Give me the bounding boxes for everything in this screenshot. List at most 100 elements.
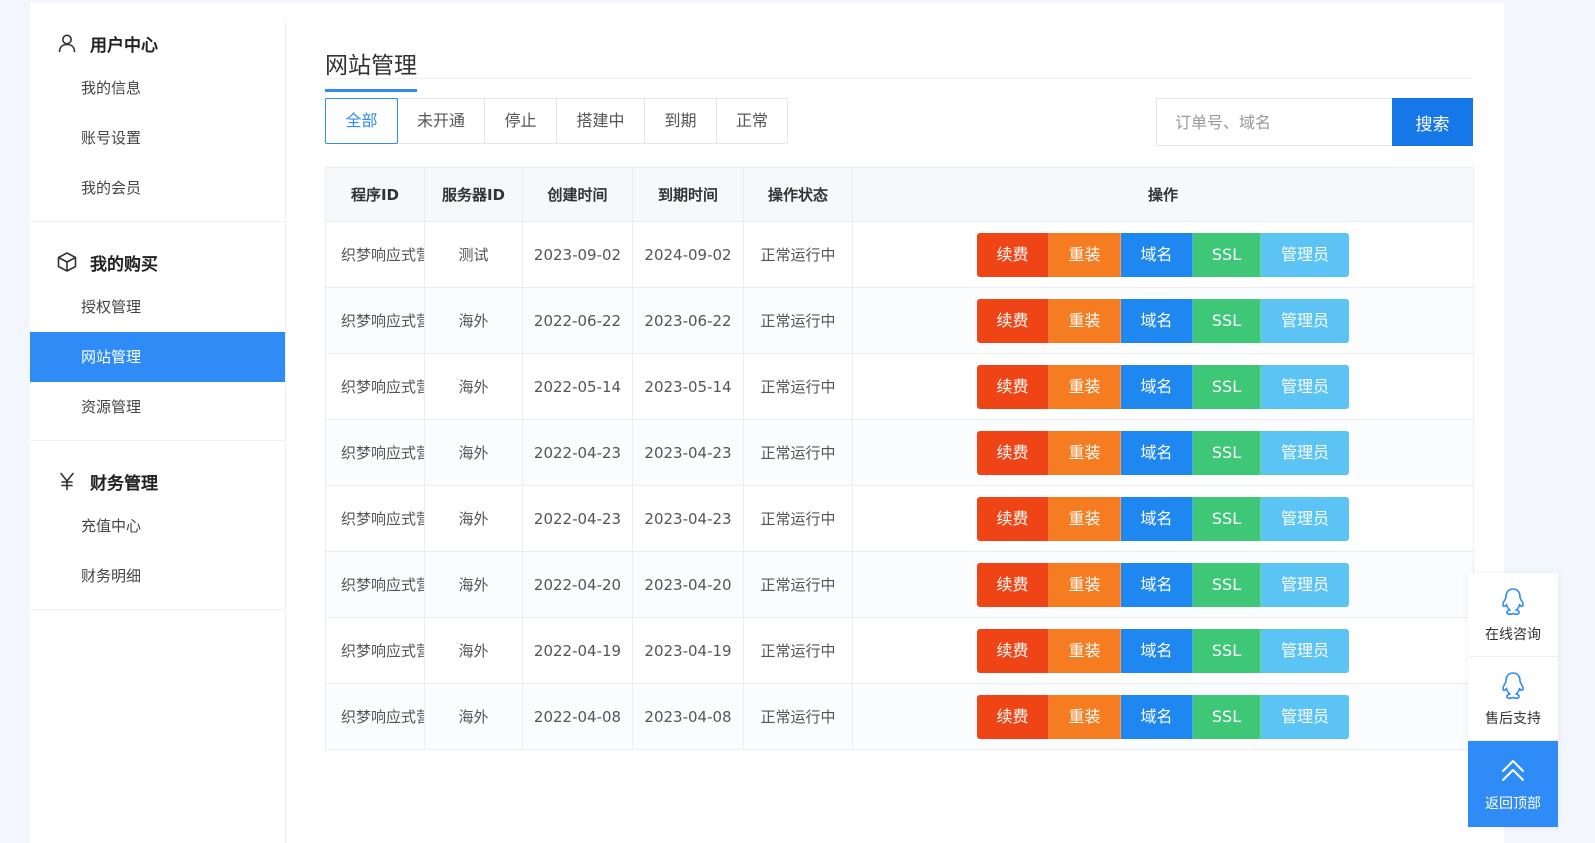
ssl-button[interactable]: SSL bbox=[1193, 298, 1261, 343]
cell-server-id: 海外 bbox=[424, 419, 523, 486]
cell-actions: 续费 重装 域名 SSL 管理员 bbox=[852, 419, 1474, 486]
renew-button[interactable]: 续费 bbox=[977, 430, 1049, 475]
ssl-button[interactable]: SSL bbox=[1193, 430, 1261, 475]
action-button-group: 续费 重装 域名 SSL 管理员 bbox=[977, 694, 1349, 739]
ssl-button[interactable]: SSL bbox=[1193, 232, 1261, 277]
cell-server-id: 海外 bbox=[424, 551, 523, 618]
admin-button[interactable]: 管理员 bbox=[1261, 298, 1349, 343]
reinstall-button[interactable]: 重装 bbox=[1049, 628, 1121, 673]
ssl-button[interactable]: SSL bbox=[1193, 628, 1261, 673]
sidebar-item-my-membership[interactable]: 我的会员 bbox=[30, 163, 285, 213]
column-header-expires: 到期时间 bbox=[632, 167, 744, 222]
column-header-status: 操作状态 bbox=[743, 167, 853, 222]
sidebar-item-finance-details[interactable]: 财务明细 bbox=[30, 551, 285, 601]
sidebar-group-title: 财务管理 bbox=[90, 473, 158, 494]
admin-button[interactable]: 管理员 bbox=[1261, 694, 1349, 739]
ssl-button[interactable]: SSL bbox=[1193, 364, 1261, 409]
qq-icon bbox=[1502, 587, 1524, 615]
sidebar-item-resource-management[interactable]: 资源管理 bbox=[30, 382, 285, 432]
ssl-button[interactable]: SSL bbox=[1193, 562, 1261, 607]
cell-status: 正常运行中 bbox=[743, 551, 853, 618]
renew-button[interactable]: 续费 bbox=[977, 298, 1049, 343]
filter-tab-all[interactable]: 全部 bbox=[325, 98, 398, 144]
admin-button[interactable]: 管理员 bbox=[1261, 232, 1349, 277]
table-row: 织梦响应式营 测试 2023-09-02 2024-09-02 正常运行中 续费 重装 域名 S… bbox=[325, 221, 1474, 288]
filter-tab-expired[interactable]: 到期 bbox=[645, 99, 717, 143]
admin-button[interactable]: 管理员 bbox=[1261, 364, 1349, 409]
reinstall-button[interactable]: 重装 bbox=[1049, 232, 1121, 277]
cell-created: 2022-04-23 bbox=[522, 419, 633, 486]
admin-button[interactable]: 管理员 bbox=[1261, 628, 1349, 673]
action-button-group: 续费 重装 域名 SSL 管理员 bbox=[977, 562, 1349, 607]
cell-actions: 续费 重装 域名 SSL 管理员 bbox=[852, 485, 1474, 552]
table-body: 织梦响应式营 测试 2023-09-02 2024-09-02 正常运行中 续费 重装 域名 S… bbox=[325, 221, 1474, 750]
domain-button[interactable]: 域名 bbox=[1121, 496, 1193, 541]
domain-button[interactable]: 域名 bbox=[1121, 562, 1193, 607]
renew-button[interactable]: 续费 bbox=[977, 364, 1049, 409]
ssl-button[interactable]: SSL bbox=[1193, 694, 1261, 739]
filter-tab-not-activated[interactable]: 未开通 bbox=[398, 99, 485, 143]
reinstall-button[interactable]: 重装 bbox=[1049, 694, 1121, 739]
search-input[interactable] bbox=[1156, 98, 1392, 146]
cell-server-id: 海外 bbox=[424, 617, 523, 684]
cell-program-id: 织梦响应式营 bbox=[325, 221, 425, 288]
domain-button[interactable]: 域名 bbox=[1121, 232, 1193, 277]
sidebar-item-license-management[interactable]: 授权管理 bbox=[30, 282, 285, 332]
reinstall-button[interactable]: 重装 bbox=[1049, 430, 1121, 475]
cell-status: 正常运行中 bbox=[743, 419, 853, 486]
renew-button[interactable]: 续费 bbox=[977, 496, 1049, 541]
table-header-row: 程序ID 服务器ID 创建时间 到期时间 操作状态 操作 bbox=[325, 167, 1474, 222]
sidebar-item-my-info[interactable]: 我的信息 bbox=[30, 63, 285, 113]
domain-button[interactable]: 域名 bbox=[1121, 430, 1193, 475]
filter-tab-normal[interactable]: 正常 bbox=[717, 99, 787, 143]
renew-button[interactable]: 续费 bbox=[977, 562, 1049, 607]
sidebar-item-account-settings[interactable]: 账号设置 bbox=[30, 113, 285, 163]
cell-program-id: 织梦响应式营 bbox=[325, 287, 425, 354]
cell-status: 正常运行中 bbox=[743, 485, 853, 552]
action-button-group: 续费 重装 域名 SSL 管理员 bbox=[977, 232, 1349, 277]
yen-icon bbox=[56, 470, 78, 492]
main-content: 网站管理 全部 未开通 停止 搭建中 到期 正常 搜索 bbox=[325, 21, 1474, 750]
online-consult-button[interactable]: 在线咨询 bbox=[1468, 573, 1558, 657]
admin-button[interactable]: 管理员 bbox=[1261, 496, 1349, 541]
domain-button[interactable]: 域名 bbox=[1121, 628, 1193, 673]
cell-expires: 2023-04-23 bbox=[632, 485, 744, 552]
filter-tab-building[interactable]: 搭建中 bbox=[557, 99, 645, 143]
column-header-program-id: 程序ID bbox=[325, 167, 425, 222]
sidebar: 用户中心 我的信息 账号设置 我的会员 我的购买 授权管理 网站管理 资源管理 bbox=[30, 21, 286, 843]
column-header-server-id: 服务器ID bbox=[424, 167, 523, 222]
cell-server-id: 海外 bbox=[424, 485, 523, 552]
cell-created: 2022-04-23 bbox=[522, 485, 633, 552]
after-sales-support-button[interactable]: 售后支持 bbox=[1468, 657, 1558, 741]
sidebar-item-site-management[interactable]: 网站管理 bbox=[30, 332, 285, 382]
reinstall-button[interactable]: 重装 bbox=[1049, 364, 1121, 409]
table-row: 织梦响应式营 海外 2022-06-22 2023-06-22 正常运行中 续费 重装 域名 S… bbox=[325, 287, 1474, 354]
admin-button[interactable]: 管理员 bbox=[1261, 430, 1349, 475]
renew-button[interactable]: 续费 bbox=[977, 628, 1049, 673]
sidebar-item-recharge-center[interactable]: 充值中心 bbox=[30, 501, 285, 551]
back-to-top-button[interactable]: 返回顶部 bbox=[1468, 741, 1558, 827]
cell-expires: 2023-05-14 bbox=[632, 353, 744, 420]
reinstall-button[interactable]: 重装 bbox=[1049, 298, 1121, 343]
reinstall-button[interactable]: 重装 bbox=[1049, 496, 1121, 541]
floating-service-bar: 在线咨询 售后支持 返回顶部 bbox=[1468, 573, 1558, 827]
search-button[interactable]: 搜索 bbox=[1392, 98, 1473, 146]
filter-tab-stopped[interactable]: 停止 bbox=[485, 99, 557, 143]
renew-button[interactable]: 续费 bbox=[977, 232, 1049, 277]
admin-button[interactable]: 管理员 bbox=[1261, 562, 1349, 607]
table-row: 织梦响应式营 海外 2022-04-20 2023-04-20 正常运行中 续费 重装 域名 S… bbox=[325, 551, 1474, 618]
table-row: 织梦响应式营 海外 2022-04-23 2023-04-23 正常运行中 续费 重装 域名 S… bbox=[325, 419, 1474, 486]
cell-expires: 2023-04-08 bbox=[632, 683, 744, 750]
status-filter-tabs: 全部 未开通 停止 搭建中 到期 正常 bbox=[325, 98, 788, 144]
search-box: 搜索 bbox=[1156, 98, 1473, 146]
domain-button[interactable]: 域名 bbox=[1121, 298, 1193, 343]
ssl-button[interactable]: SSL bbox=[1193, 496, 1261, 541]
renew-button[interactable]: 续费 bbox=[977, 694, 1049, 739]
cell-server-id: 海外 bbox=[424, 683, 523, 750]
cell-program-id: 织梦响应式营 bbox=[325, 353, 425, 420]
domain-button[interactable]: 域名 bbox=[1121, 364, 1193, 409]
domain-button[interactable]: 域名 bbox=[1121, 694, 1193, 739]
cell-expires: 2023-04-23 bbox=[632, 419, 744, 486]
reinstall-button[interactable]: 重装 bbox=[1049, 562, 1121, 607]
cell-program-id: 织梦响应式营 bbox=[325, 683, 425, 750]
